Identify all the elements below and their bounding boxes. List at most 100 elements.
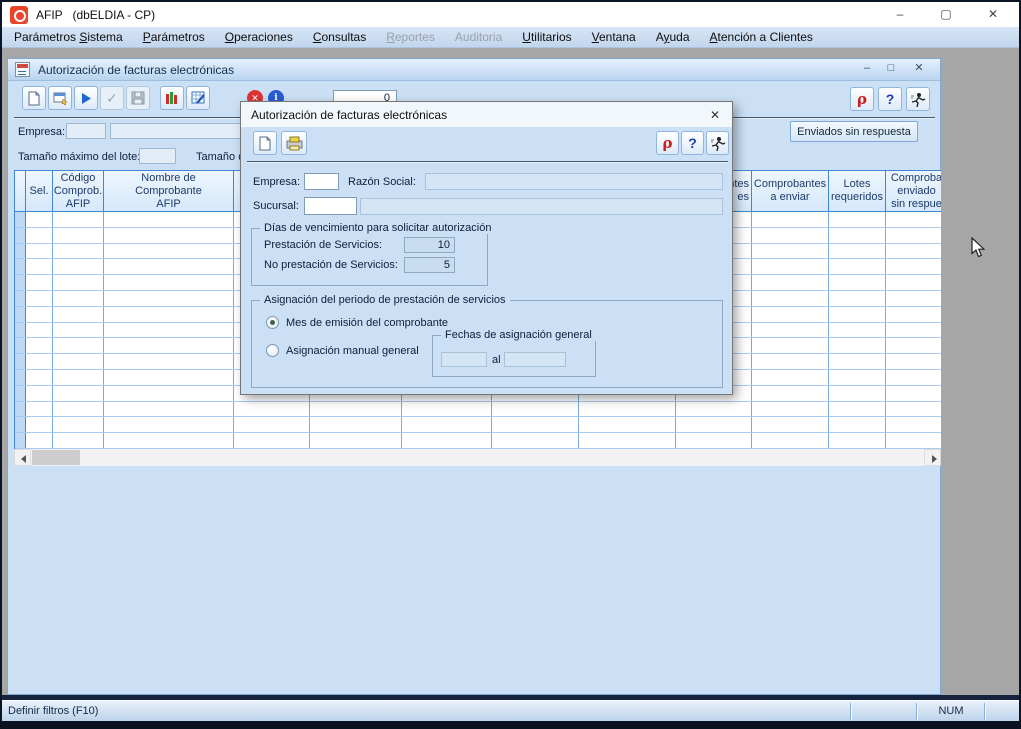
grid-cell[interactable] (104, 212, 234, 227)
grid-cell[interactable] (310, 433, 402, 448)
grid-cell[interactable] (104, 275, 234, 290)
grid-cell[interactable] (829, 275, 886, 290)
grid-row-indicator[interactable] (15, 386, 26, 401)
grid-header-sel-[interactable]: Sel. (26, 171, 53, 211)
grid-cell[interactable] (829, 433, 886, 448)
grid-cell[interactable] (829, 307, 886, 322)
grid-cell[interactable] (104, 259, 234, 274)
grid-cell[interactable] (26, 338, 53, 353)
grid-cell[interactable] (886, 228, 941, 243)
run-button[interactable] (74, 86, 98, 110)
grid-cell[interactable] (886, 417, 941, 432)
grid-cell[interactable] (26, 275, 53, 290)
scroll-right-arrow[interactable] (924, 449, 941, 466)
grid-cell[interactable] (104, 244, 234, 259)
grid-cell[interactable] (492, 433, 579, 448)
grid-cell[interactable] (752, 402, 829, 417)
menu-item-ayuda[interactable]: Ayuda (646, 27, 700, 47)
exit-button[interactable] (906, 87, 930, 111)
menu-item-utilitarios[interactable]: Utilitarios (512, 27, 581, 47)
grid-row[interactable] (15, 417, 941, 433)
grid-cell[interactable] (752, 417, 829, 432)
grid-row-indicator[interactable] (15, 417, 26, 432)
dialog-sucursal-input[interactable] (304, 197, 357, 215)
grid-cell[interactable] (53, 212, 104, 227)
grid-cell[interactable] (676, 433, 752, 448)
grid-cell[interactable] (829, 354, 886, 369)
grid-cell[interactable] (26, 212, 53, 227)
grid-cell[interactable] (886, 433, 941, 448)
grid-cell[interactable] (26, 323, 53, 338)
grid-row-indicator[interactable] (15, 275, 26, 290)
grid-cell[interactable] (310, 402, 402, 417)
horizontal-scrollbar[interactable] (14, 449, 941, 466)
grid-cell[interactable] (402, 417, 492, 432)
scrollbar-thumb[interactable] (32, 450, 80, 465)
grid-cell[interactable] (676, 417, 752, 432)
grid-row-indicator[interactable] (15, 291, 26, 306)
grid-cell[interactable] (829, 402, 886, 417)
grid-cell[interactable] (752, 259, 829, 274)
grid-cell[interactable] (26, 354, 53, 369)
grid-cell[interactable] (886, 370, 941, 385)
dialog-exit-button[interactable] (706, 131, 729, 155)
grid-cell[interactable] (579, 417, 676, 432)
grid-cell[interactable] (752, 370, 829, 385)
grid-cell[interactable] (104, 417, 234, 432)
grid-cell[interactable] (886, 244, 941, 259)
grid-cell[interactable] (53, 275, 104, 290)
grid-cell[interactable] (886, 307, 941, 322)
grid-cell[interactable] (676, 402, 752, 417)
grid-cell[interactable] (53, 323, 104, 338)
grid-cell[interactable] (402, 433, 492, 448)
menu-item-par-metros-sistema[interactable]: Parámetros Sistema (4, 27, 133, 47)
grid-row-indicator[interactable] (15, 402, 26, 417)
grid-row-indicator[interactable] (15, 338, 26, 353)
grid-cell[interactable] (752, 354, 829, 369)
status-columns-button[interactable] (160, 86, 184, 110)
grid-cell[interactable] (26, 228, 53, 243)
dialog-empresa-input[interactable] (304, 173, 339, 190)
grid-cell[interactable] (26, 433, 53, 448)
grid-cell[interactable] (886, 259, 941, 274)
dialog-filter-button[interactable]: ρ (656, 131, 679, 155)
grid-cell[interactable] (752, 323, 829, 338)
properties-button[interactable] (48, 86, 72, 110)
grid-header-comprobantes[interactable]: Comprobantes a enviar (752, 171, 829, 211)
child-maximize-button[interactable]: □ (882, 61, 900, 77)
grid-cell[interactable] (26, 402, 53, 417)
grid-cell[interactable] (234, 417, 310, 432)
grid-cell[interactable] (886, 291, 941, 306)
grid-cell[interactable] (752, 291, 829, 306)
grid-cell[interactable] (829, 370, 886, 385)
grid-cell[interactable] (104, 386, 234, 401)
grid-cell[interactable] (829, 291, 886, 306)
grid-cell[interactable] (886, 402, 941, 417)
dialog-help-button[interactable]: ? (681, 131, 704, 155)
grid-cell[interactable] (53, 291, 104, 306)
grid-row-indicator[interactable] (15, 228, 26, 243)
grid-row-indicator[interactable] (15, 307, 26, 322)
grid-row-indicator[interactable] (15, 244, 26, 259)
app-minimize-button[interactable]: – (877, 2, 923, 27)
child-close-button[interactable]: ✕ (910, 61, 928, 77)
grid-cell[interactable] (53, 402, 104, 417)
filter-button[interactable]: ρ (850, 87, 874, 111)
grid-cell[interactable] (829, 386, 886, 401)
dialog-new-button[interactable] (253, 131, 277, 155)
grid-cell[interactable] (829, 212, 886, 227)
grid-row[interactable] (15, 433, 941, 449)
grid-cell[interactable] (579, 433, 676, 448)
grid-cell[interactable] (752, 307, 829, 322)
grid-cell[interactable] (26, 417, 53, 432)
grid-cell[interactable] (26, 291, 53, 306)
grid-cell[interactable] (53, 433, 104, 448)
menu-item-ventana[interactable]: Ventana (582, 27, 646, 47)
grid-cell[interactable] (752, 228, 829, 243)
menu-item-consultas[interactable]: Consultas (303, 27, 376, 47)
grid-cell[interactable] (492, 417, 579, 432)
grid-cell[interactable] (26, 386, 53, 401)
grid-cell[interactable] (752, 338, 829, 353)
grid-header-col-0[interactable] (15, 171, 26, 211)
grid-cell[interactable] (104, 370, 234, 385)
